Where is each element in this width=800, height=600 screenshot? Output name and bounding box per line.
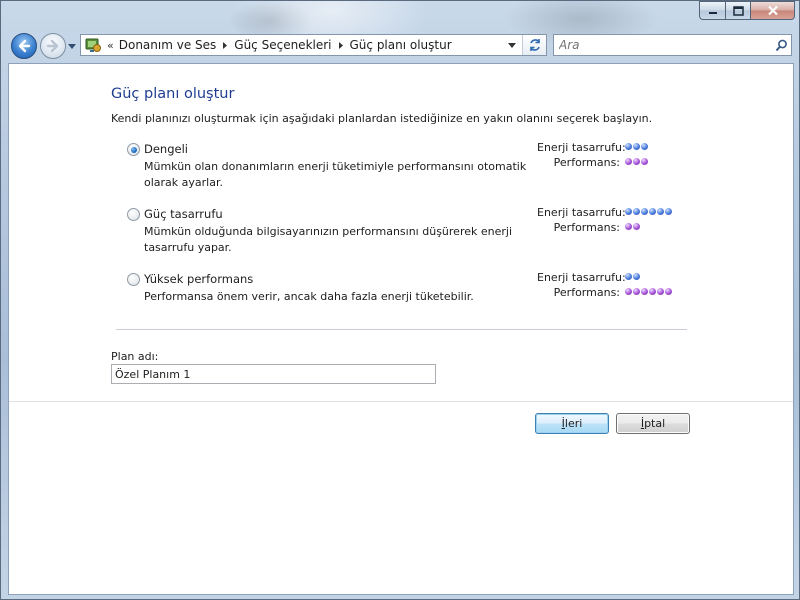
chevron-down-icon [508, 42, 516, 48]
address-history-dropdown[interactable] [502, 35, 522, 55]
performance-dot [641, 287, 648, 295]
plan-radio-balanced[interactable] [127, 143, 140, 156]
search-icon [775, 39, 787, 51]
forward-arrow-icon [46, 39, 59, 53]
energy-meter: Enerji tasarrufu: [537, 205, 673, 220]
search-box[interactable] [553, 34, 792, 56]
search-input[interactable] [559, 38, 771, 52]
performance-dot [641, 157, 648, 165]
plan-description: Mümkün olduğunda bilgisayarınızın perfor… [144, 225, 513, 254]
back-button[interactable] [11, 33, 37, 59]
breadcrumb-power-options[interactable]: Güç Seçenekleri [234, 38, 331, 52]
performance-meter: Performans: [537, 220, 641, 235]
minimize-icon [708, 11, 717, 14]
performance-dot [625, 222, 632, 230]
performance-meter: Performans: [537, 285, 673, 300]
next-button-label: İleri [561, 417, 583, 430]
energy-dots [625, 272, 641, 282]
back-arrow-icon [18, 39, 31, 53]
cancel-button[interactable]: İptal [616, 413, 690, 434]
performance-dot [657, 287, 664, 295]
energy-dot [641, 207, 648, 215]
performance-dot [633, 157, 640, 165]
plan-name-input[interactable] [111, 364, 436, 384]
energy-dot [625, 207, 632, 215]
address-bar[interactable]: « Donanım ve Ses Güç Seçenekleri Güç pla… [80, 34, 547, 56]
performance-dot [625, 157, 632, 165]
breadcrumb-arrow-icon[interactable] [338, 41, 343, 49]
breadcrumb-create-power-plan[interactable]: Güç planı oluştur [350, 38, 452, 52]
maximize-icon [732, 5, 744, 16]
plan-radio-high-performance[interactable] [127, 273, 140, 286]
energy-dot [665, 207, 672, 215]
page-title: Güç planı oluştur [111, 86, 235, 102]
energy-dot [633, 207, 640, 215]
close-icon [767, 5, 778, 16]
cancel-button-label: İptal [640, 417, 666, 430]
performance-label: Performans: [553, 285, 620, 299]
energy-label: Enerji tasarrufu: [537, 140, 626, 154]
performance-dot [649, 287, 656, 295]
chevron-down-icon [68, 43, 76, 49]
energy-dot [649, 207, 656, 215]
search-button[interactable] [771, 35, 791, 55]
next-button[interactable]: İleri [535, 413, 609, 434]
window: « Donanım ve Ses Güç Seçenekleri Güç pla… [0, 0, 800, 600]
breadcrumb-overflow[interactable]: « [107, 39, 114, 52]
performance-dot [633, 287, 640, 295]
performance-dot [625, 287, 632, 295]
performance-meter: Performans: [537, 155, 649, 170]
plan-radio-power-saver[interactable] [127, 208, 140, 221]
plan-description: Performansa önem verir, ancak daha fazla… [144, 290, 474, 303]
recent-pages-button[interactable] [67, 41, 77, 51]
refresh-icon [529, 39, 540, 51]
section-divider [116, 329, 687, 330]
energy-dot [633, 142, 640, 150]
forward-button[interactable] [40, 33, 66, 59]
performance-dot [665, 287, 672, 295]
content-pane: Güç planı oluştur Kendi planınızı oluştu… [8, 63, 794, 595]
caption-buttons [699, 1, 795, 20]
energy-dot [625, 142, 632, 150]
performance-dots [625, 222, 641, 232]
energy-meter: Enerji tasarrufu: [537, 270, 641, 285]
plan-name[interactable]: Yüksek performans [144, 272, 253, 286]
energy-dots [625, 207, 673, 217]
energy-label: Enerji tasarrufu: [537, 270, 626, 284]
control-panel-icon [83, 35, 103, 55]
plan-name[interactable]: Güç tasarrufu [144, 207, 223, 221]
energy-dot [633, 272, 640, 280]
minimize-button[interactable] [699, 1, 726, 20]
breadcrumb-arrow-icon[interactable] [223, 41, 228, 49]
intro-text: Kendi planınızı oluşturmak için aşağıdak… [111, 112, 653, 125]
performance-dot [633, 222, 640, 230]
plan-name-label: Plan adı: [111, 350, 159, 363]
plan-description: Mümkün olan donanımların enerji tüketimi… [144, 160, 527, 189]
energy-label: Enerji tasarrufu: [537, 205, 626, 219]
energy-dot [625, 272, 632, 280]
energy-meter: Enerji tasarrufu: [537, 140, 649, 155]
energy-dot [641, 142, 648, 150]
performance-dots [625, 287, 673, 297]
footer-divider [9, 401, 793, 402]
maximize-button[interactable] [725, 1, 751, 20]
breadcrumb-hardware-sound[interactable]: Donanım ve Ses [119, 38, 217, 52]
performance-label: Performans: [553, 155, 620, 169]
energy-dots [625, 142, 649, 152]
energy-dot [657, 207, 664, 215]
close-button[interactable] [750, 1, 795, 20]
performance-label: Performans: [553, 220, 620, 234]
performance-dots [625, 157, 649, 167]
plan-name[interactable]: Dengeli [144, 142, 188, 156]
refresh-button[interactable] [522, 35, 546, 55]
